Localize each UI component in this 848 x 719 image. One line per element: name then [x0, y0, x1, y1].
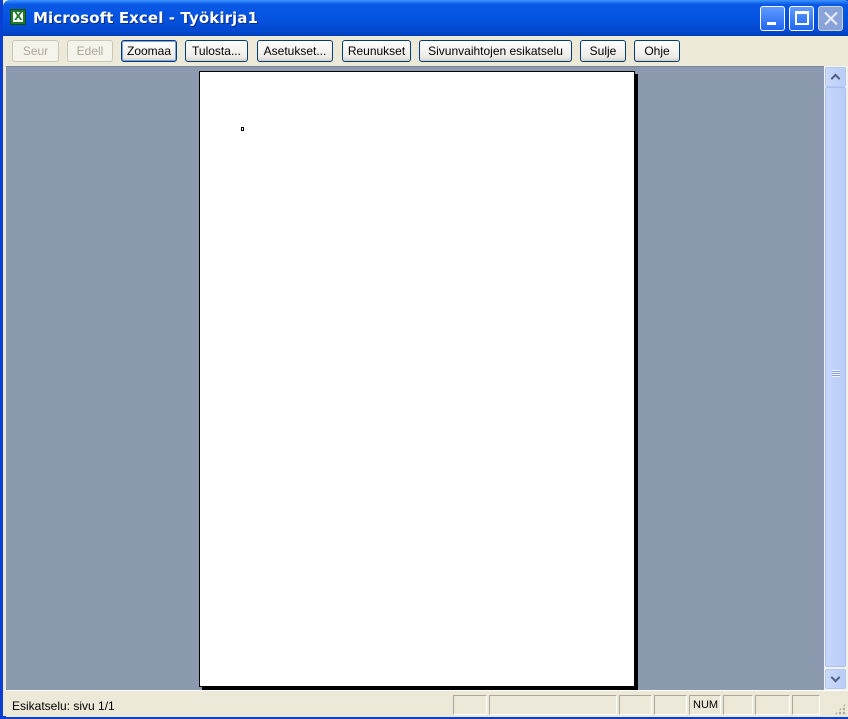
status-panel: [619, 695, 652, 715]
help-button[interactable]: Ohje: [634, 40, 680, 62]
title-bar[interactable]: Microsoft Excel - Työkirja1: [3, 0, 848, 36]
maximize-button[interactable]: [789, 6, 814, 31]
next-page-button[interactable]: Seur: [12, 40, 59, 62]
page-break-preview-button[interactable]: Sivunvaihtojen esikatselu: [419, 40, 572, 62]
preview-area[interactable]: [6, 66, 824, 691]
previous-page-button[interactable]: Edell: [67, 40, 113, 62]
status-panel: [489, 695, 617, 715]
scroll-down-button[interactable]: [825, 669, 846, 689]
page-content-mark: [241, 127, 244, 131]
margins-button[interactable]: Reunukset: [342, 40, 411, 62]
thumb-grip-icon: [832, 370, 840, 377]
print-preview-toolbar: Seur Edell Zoomaa Tulosta... Asetukset..…: [6, 36, 848, 66]
preview-page[interactable]: [199, 71, 635, 687]
minimize-button[interactable]: [760, 6, 785, 31]
setup-button[interactable]: Asetukset...: [257, 40, 333, 62]
print-button[interactable]: Tulosta...: [185, 40, 248, 62]
status-panel: [453, 695, 487, 715]
zoom-button[interactable]: Zoomaa: [121, 40, 177, 62]
resize-grip-icon[interactable]: [834, 703, 846, 715]
close-preview-button[interactable]: Sulje: [580, 40, 626, 62]
num-lock-indicator: NUM: [689, 695, 721, 715]
status-panel: [723, 695, 753, 715]
status-panel: [792, 695, 820, 715]
close-button[interactable]: [818, 6, 843, 31]
scroll-thumb[interactable]: [825, 87, 846, 667]
status-panel: [654, 695, 687, 715]
excel-icon[interactable]: [10, 9, 26, 25]
scroll-up-button[interactable]: [825, 67, 846, 87]
excel-window: Microsoft Excel - Työkirja1 Seur Edell Z…: [0, 0, 848, 719]
status-bar: Esikatselu: sivu 1/1 NUM: [6, 690, 848, 717]
status-panel: [755, 695, 790, 715]
window-title: Microsoft Excel - Työkirja1: [33, 9, 259, 27]
vertical-scrollbar[interactable]: [824, 66, 848, 690]
status-text: Esikatselu: sivu 1/1: [12, 699, 115, 713]
